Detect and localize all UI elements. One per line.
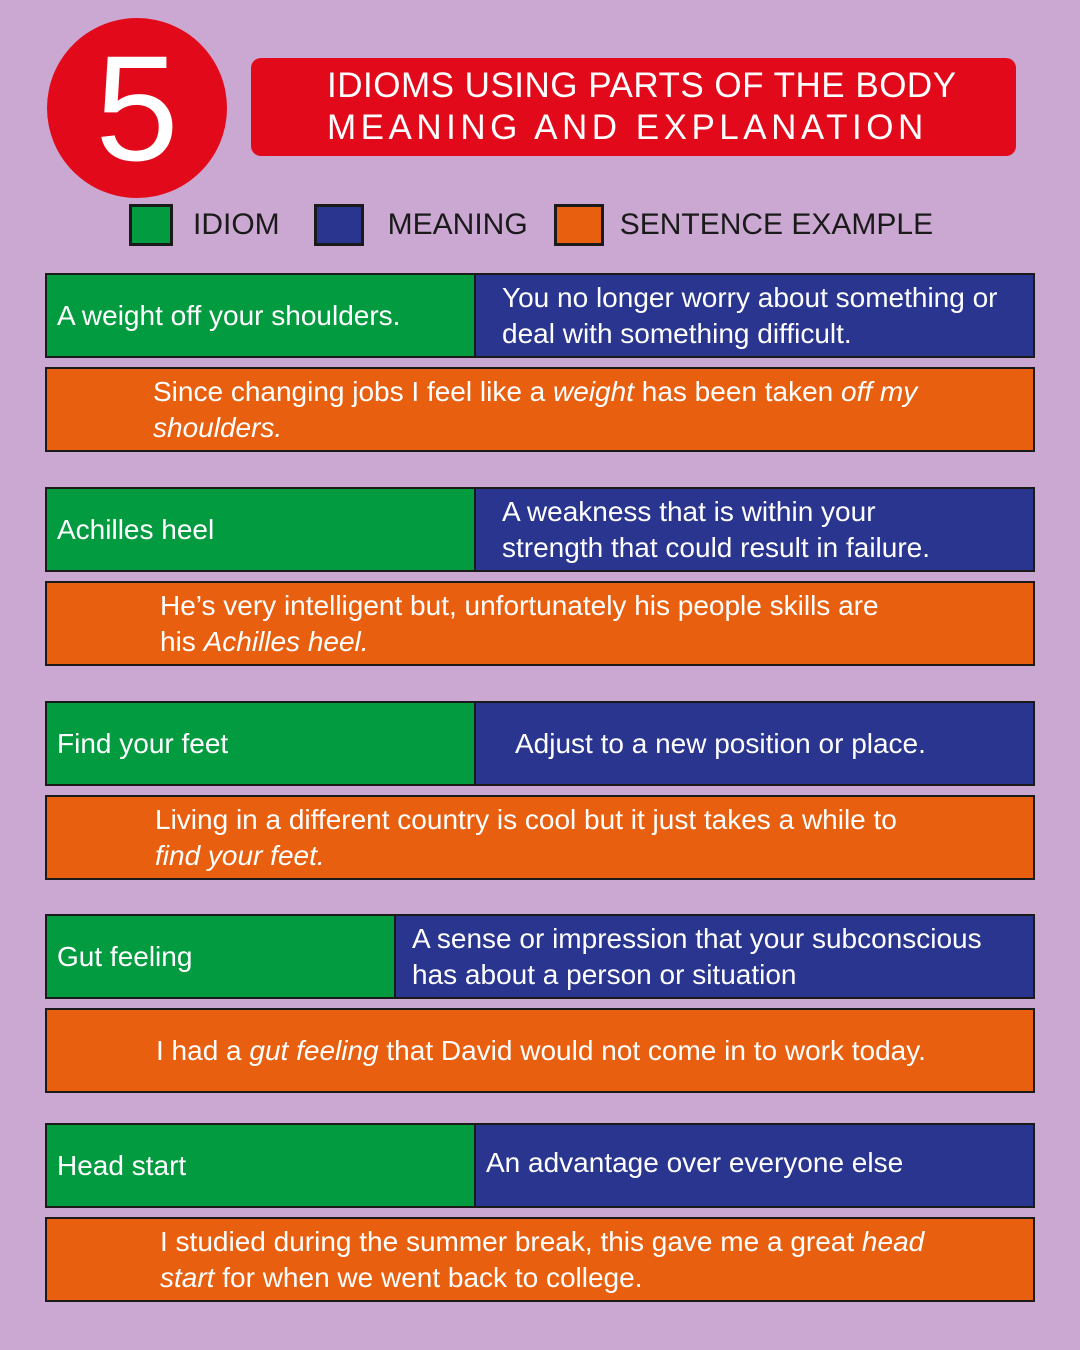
example-text: Living in a different country is cool bu… bbox=[155, 802, 933, 874]
example-idiom-italic: weight bbox=[553, 375, 634, 407]
idiom-card: Find your feet Adjust to a new position … bbox=[45, 701, 1035, 880]
idiom-card: Head start An advantage over everyone el… bbox=[45, 1123, 1035, 1302]
meaning-cell: A weakness that is within your strength … bbox=[476, 489, 1033, 570]
idiom-card: A weight off your shoulders. You no long… bbox=[45, 273, 1035, 452]
number-badge: 5 bbox=[47, 18, 227, 198]
idiom-card: Achilles heel A weakness that is within … bbox=[45, 487, 1035, 666]
idiom-row: Achilles heel A weakness that is within … bbox=[45, 487, 1035, 572]
legend-swatch-example bbox=[553, 204, 604, 246]
legend-item-idiom: IDIOM bbox=[129, 204, 280, 246]
example-cell: I had a gut feeling that David would not… bbox=[45, 1008, 1035, 1093]
example-text-part: for when we went back to college. bbox=[214, 1261, 643, 1293]
idiom-row: Find your feet Adjust to a new position … bbox=[45, 701, 1035, 786]
page-subtitle: MEANING AND EXPLANATION bbox=[327, 108, 928, 147]
example-idiom-italic: gut feeling bbox=[249, 1034, 379, 1066]
legend-item-example: SENTENCE EXAMPLE bbox=[553, 204, 934, 246]
legend-swatch-idiom bbox=[129, 204, 173, 246]
example-idiom-italic: Achilles heel. bbox=[203, 625, 369, 657]
example-text: I studied during the summer break, this … bbox=[160, 1224, 933, 1296]
idiom-cell: A weight off your shoulders. bbox=[47, 275, 476, 356]
example-text: I had a gut feeling that David would not… bbox=[156, 1033, 926, 1069]
example-text: Since changing jobs I feel like a weight… bbox=[153, 374, 933, 446]
example-text-part: that David would not come in to work tod… bbox=[378, 1034, 926, 1066]
example-text-part: has been taken bbox=[633, 375, 842, 407]
example-text-part: Since changing jobs I feel like a bbox=[153, 375, 554, 407]
example-cell: He’s very intelligent but, unfortunately… bbox=[45, 581, 1035, 666]
example-text-part: I had a bbox=[156, 1034, 250, 1066]
example-cell: Since changing jobs I feel like a weight… bbox=[45, 367, 1035, 452]
example-cell: Living in a different country is cool bu… bbox=[45, 795, 1035, 880]
idiom-cell: Gut feeling bbox=[47, 916, 396, 997]
idiom-cell: Find your feet bbox=[47, 703, 476, 784]
meaning-cell: A sense or impression that your subconsc… bbox=[396, 916, 1033, 997]
meaning-cell: Adjust to a new position or place. bbox=[476, 703, 1033, 784]
example-text: He’s very intelligent but, unfortunately… bbox=[160, 588, 893, 660]
legend-item-meaning: MEANING bbox=[313, 204, 528, 246]
idiom-row: A weight off your shoulders. You no long… bbox=[45, 273, 1035, 358]
idiom-row: Gut feeling A sense or impression that y… bbox=[45, 914, 1035, 999]
legend-label-example: SENTENCE EXAMPLE bbox=[619, 208, 934, 241]
title-banner: IDIOMS USING PARTS OF THE BODY MEANING A… bbox=[251, 58, 1016, 156]
badge-number: 5 bbox=[95, 24, 179, 192]
idiom-row: Head start An advantage over everyone el… bbox=[45, 1123, 1035, 1208]
example-cell: I studied during the summer break, this … bbox=[45, 1217, 1035, 1302]
example-text-part: Living in a different country is cool bu… bbox=[155, 803, 897, 835]
idiom-card: Gut feeling A sense or impression that y… bbox=[45, 914, 1035, 1093]
meaning-cell: You no longer worry about something or d… bbox=[476, 275, 1033, 356]
legend-label-idiom: IDIOM bbox=[193, 208, 280, 241]
color-legend: IDIOM MEANING SENTENCE EXAMPLE bbox=[129, 204, 959, 246]
idiom-cell: Head start bbox=[47, 1125, 476, 1206]
legend-swatch-meaning bbox=[313, 204, 364, 246]
page-title: IDIOMS USING PARTS OF THE BODY bbox=[327, 66, 957, 105]
example-idiom-italic: find your feet. bbox=[155, 839, 325, 871]
idiom-cell: Achilles heel bbox=[47, 489, 476, 570]
legend-label-meaning: MEANING bbox=[387, 208, 528, 241]
meaning-cell: An advantage over everyone else bbox=[476, 1125, 1033, 1206]
example-text-part: I studied during the summer break, this … bbox=[160, 1225, 862, 1257]
